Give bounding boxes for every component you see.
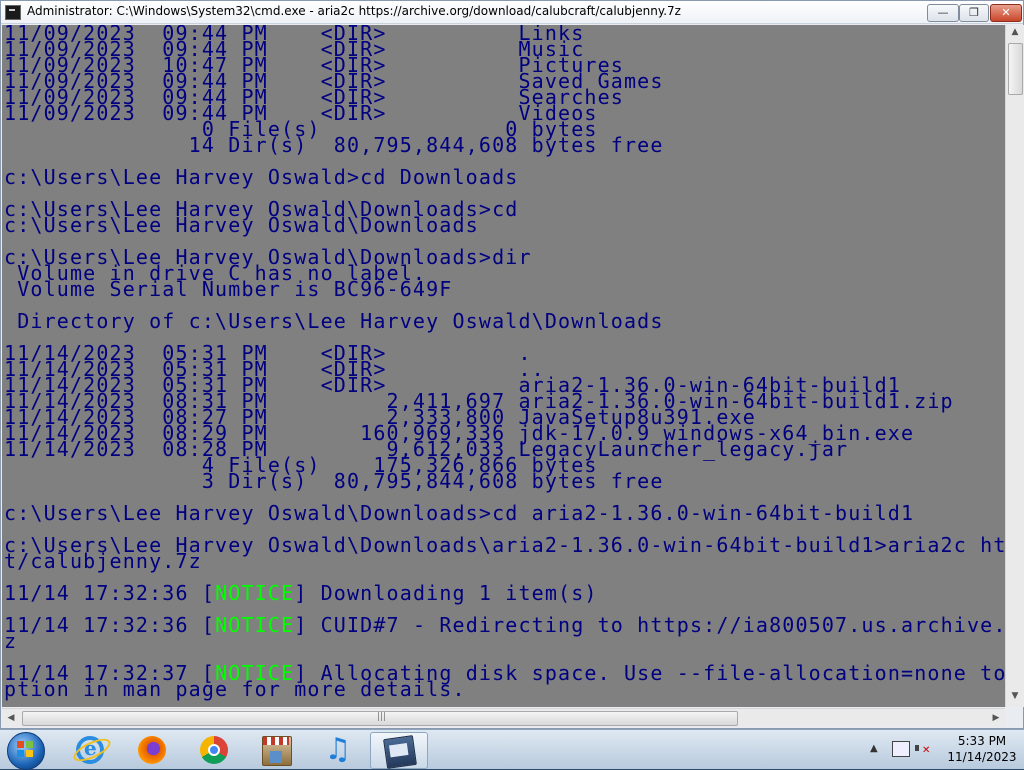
cmd-icon[interactable] xyxy=(5,5,21,20)
horizontal-scroll-thumb[interactable]: ||| xyxy=(22,711,738,726)
console-line: 3 Dir(s) 80,795,844,608 bytes free xyxy=(4,469,664,493)
cmd-icon xyxy=(383,735,417,769)
scroll-left-button[interactable]: ◀ xyxy=(4,711,18,725)
system-tray: ▲ ✕ 5:33 PM 11/14/2023 xyxy=(862,730,1024,769)
horizontal-scrollbar[interactable]: ◀ ||| ▶ xyxy=(2,708,1005,727)
cmd-window: Administrator: C:\Windows\System32\cmd.e… xyxy=(0,0,1024,729)
store-icon xyxy=(262,736,292,766)
scroll-grip-icon: ||| xyxy=(377,712,387,722)
maximize-button[interactable]: ❐ xyxy=(959,4,989,22)
scroll-down-button[interactable]: ▼ xyxy=(1008,691,1022,705)
close-button[interactable]: ✕ xyxy=(990,4,1022,22)
vertical-scrollbar[interactable]: ▲ ▼ xyxy=(1005,25,1024,707)
show-hidden-icons-button[interactable]: ▲ xyxy=(870,743,878,754)
taskbar: ♫ ▲ ✕ 5:33 PM 11/14/2023 xyxy=(0,729,1024,770)
console-line: c:\Users\Lee Harvey Oswald>cd Downloads xyxy=(4,165,519,189)
notice-tag: NOTICE xyxy=(215,613,295,637)
chrome-icon xyxy=(200,736,228,764)
notice-line: 11/14 17:32:36 [NOTICE] CUID#7 - Redirec… xyxy=(4,615,1005,635)
clock-time[interactable]: 5:33 PM xyxy=(950,734,1014,748)
minimize-button[interactable]: — xyxy=(927,4,959,22)
scroll-right-button[interactable]: ▶ xyxy=(989,711,1003,725)
title-bar[interactable]: Administrator: C:\Windows\System32\cmd.e… xyxy=(1,1,1023,24)
vertical-scroll-thumb[interactable] xyxy=(1008,43,1023,95)
scroll-up-button[interactable]: ▲ xyxy=(1008,27,1022,41)
notice-line: 11/14 17:32:36 [NOTICE] Downloading 1 it… xyxy=(4,583,1005,603)
taskbar-item-cmd[interactable] xyxy=(370,732,428,769)
notice-message: ] CUID#7 - Redirecting to https://ia8005… xyxy=(294,613,1005,637)
network-icon[interactable] xyxy=(892,741,910,757)
taskbar-item-internet-explorer[interactable] xyxy=(62,732,118,767)
console-text: 11/09/2023 09:44 PM <DIR> Links 11/09/202… xyxy=(2,25,1005,699)
notice-tag: NOTICE xyxy=(215,581,295,605)
window-title: Administrator: C:\Windows\System32\cmd.e… xyxy=(27,4,681,18)
taskbar-item-chrome[interactable] xyxy=(186,732,242,767)
windows-logo-icon xyxy=(17,741,33,757)
console-line: 14 Dir(s) 80,795,844,608 bytes free xyxy=(4,133,664,157)
clock-date[interactable]: 11/14/2023 xyxy=(942,750,1022,764)
console-line: Volume Serial Number is BC96-649F xyxy=(4,277,453,301)
taskbar-item-itunes[interactable]: ♫ xyxy=(310,732,366,767)
notice-timestamp: 11/14 17:32:36 [ xyxy=(4,613,216,637)
console-line: Directory of c:\Users\Lee Harvey Oswald\… xyxy=(4,309,664,333)
start-button[interactable] xyxy=(4,731,46,770)
notice-message: ] Downloading 1 item(s) xyxy=(294,581,598,605)
music-note-icon: ♫ xyxy=(324,732,352,767)
taskbar-item-firefox[interactable] xyxy=(124,732,180,767)
console-output[interactable]: 11/09/2023 09:44 PM <DIR> Links 11/09/202… xyxy=(2,25,1005,707)
console-line: c:\Users\Lee Harvey Oswald\Downloads>cd … xyxy=(4,501,915,525)
taskbar-item-store[interactable] xyxy=(248,732,304,767)
volume-muted-icon[interactable]: ✕ xyxy=(914,741,931,756)
firefox-icon xyxy=(138,736,166,764)
mute-x-icon: ✕ xyxy=(922,745,931,756)
notice-timestamp: 11/14 17:32:36 [ xyxy=(4,581,216,605)
